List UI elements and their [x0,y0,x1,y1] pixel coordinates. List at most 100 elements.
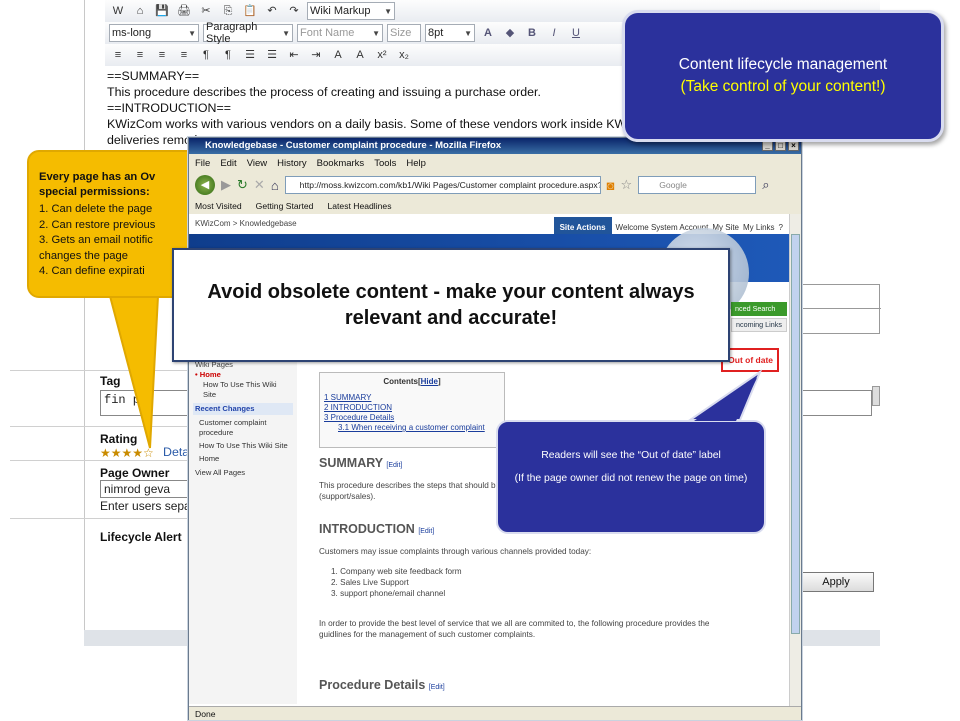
menu-tools[interactable]: Tools [374,158,396,169]
editor-line: ==INTRODUCTION== [107,101,231,115]
bookmark-latest-headlines[interactable]: Latest Headlines [327,201,391,211]
lifecycle-title: Content lifecycle management [678,56,888,73]
rss-icon[interactable]: ◙ [607,178,615,193]
toc-item[interactable]: 3 Procedure Details [324,413,500,423]
recent-item[interactable]: procedure [195,428,291,438]
align-center-icon[interactable]: ≡ [131,47,149,63]
underline-icon[interactable]: U [567,25,585,41]
wiki-icon[interactable]: W [109,3,127,19]
summary-heading: SUMMARY [Edit] [319,456,403,470]
intro-text: In order to provide the best level of se… [319,619,710,628]
window-title: Knowledgebase - Customer complaint proce… [205,140,502,151]
redo-icon[interactable]: ↷ [285,3,303,19]
format-icon[interactable]: A [351,47,369,63]
callout-title: Every page has an Ov [39,171,156,183]
paste-icon[interactable]: 📋 [241,3,259,19]
menu-help[interactable]: Help [406,158,426,169]
menu-history[interactable]: History [277,158,307,169]
recent-item[interactable]: How To Use This Wiki Site [195,441,291,451]
obsolete-content-banner: Avoid obsolete content - make your conte… [172,248,730,362]
callout-subtitle: special permissions: [39,186,150,198]
search-icon[interactable]: ⌕ [762,177,769,193]
page-owner-label: Page Owner [100,466,170,480]
edit-link[interactable]: [Edit] [418,528,434,535]
undo-icon[interactable]: ↶ [263,3,281,19]
forward-icon[interactable]: ▶ [221,177,231,193]
edit-link[interactable]: [Edit] [429,684,445,691]
stop-icon[interactable]: ✕ [254,177,265,193]
menu-view[interactable]: View [247,158,267,169]
home-icon[interactable]: ⌂ [271,178,279,193]
indent-icon[interactable]: ⇥ [307,47,325,63]
align-right-icon[interactable]: ≡ [153,47,171,63]
back-icon[interactable]: ◀ [195,175,215,195]
menu-edit[interactable]: Edit [220,158,236,169]
markup-select[interactable]: Wiki Markup ▼ [307,2,395,20]
point-size-select[interactable]: 8pt ▼ [425,24,475,42]
apply-button[interactable]: Apply [798,572,874,592]
lifecycle-alert-label: Lifecycle Alert [100,530,182,544]
font-color-icon[interactable]: A [479,25,497,41]
nav-home[interactable]: • Home [195,370,291,380]
menu-bookmarks[interactable]: Bookmarks [317,158,365,169]
intro-text: guidlines for the management of such cus… [319,630,536,639]
cut-icon[interactable]: ✂ [197,3,215,19]
page-owner-input[interactable]: nimrod geva [100,480,200,498]
search-input[interactable]: Google [638,176,757,194]
edit-link[interactable]: [Edit] [386,462,402,469]
address-bar[interactable]: http://moss.kwizcom.com/kb1/Wiki Pages/C… [284,176,601,194]
list-item: 1. Company web site feedback form [331,567,462,576]
spellcheck-icon[interactable]: A [329,47,347,63]
readers-text: Readers will see the “Out of date” label [541,450,721,461]
outdent-icon[interactable]: ⇤ [285,47,303,63]
subscript-icon[interactable]: x₂ [395,47,413,63]
breadcrumb[interactable]: KWizCom > Knowledgebase [195,219,297,228]
save-icon[interactable]: 💾 [153,3,171,19]
chevron-down-icon: ▼ [464,28,472,38]
toc-item[interactable]: 3.1 When receiving a customer complaint [324,423,500,433]
font-name-select[interactable]: Font Name ▼ [297,24,383,42]
rating-details-link[interactable]: Deta [163,445,189,459]
print-icon[interactable]: 🖨 [175,3,193,19]
incoming-links-tab[interactable]: ncoming Links [731,318,787,332]
readers-callout: Readers will see the “Out of date” label… [496,420,766,534]
recent-item[interactable]: Customer complaint [195,418,291,428]
copy-icon[interactable]: ⎘ [219,3,237,19]
align-left-icon[interactable]: ≡ [109,47,127,63]
procedure-heading: Procedure Details [Edit] [319,678,445,692]
chevron-down-icon: ▼ [372,28,380,38]
status-bar: Done [189,706,801,720]
toc-item[interactable]: 1 SUMMARY [324,393,500,403]
view-all-pages-link[interactable]: View All Pages [195,468,291,478]
italic-icon[interactable]: I [545,25,563,41]
bookmark-star-icon[interactable]: ☆ [621,177,633,193]
nav-how-to[interactable]: How To Use This Wiki Site [195,380,291,400]
lifecycle-callout: Content lifecycle management (Take contr… [622,10,944,142]
paragraph-rtl-icon[interactable]: ¶ [219,47,237,63]
editor-body[interactable]: ==SUMMARY== This procedure describes the… [107,68,635,148]
scrollbar-thumb[interactable] [791,234,800,634]
justify-icon[interactable]: ≡ [175,47,193,63]
toc-item[interactable]: 2 INTRODUCTION [324,403,500,413]
bookmark-getting-started[interactable]: Getting Started [256,201,314,211]
reload-icon[interactable]: ↻ [237,177,248,193]
menu-file[interactable]: File [195,158,210,169]
recent-item[interactable]: Home [195,454,291,464]
paragraph-ltr-icon[interactable]: ¶ [197,47,215,63]
recent-changes-header[interactable]: Recent Changes [193,403,293,415]
home-icon[interactable]: ⌂ [131,3,149,19]
toc-hide-link[interactable]: Hide [421,377,438,386]
numbered-list-icon[interactable]: ☰ [241,47,259,63]
rating-stars[interactable]: ★★★★☆ [100,446,154,460]
editor-line: ==SUMMARY== [107,69,200,83]
bold-icon[interactable]: B [523,25,541,41]
highlight-icon[interactable]: ◆ [501,25,519,41]
style-select[interactable]: ms-long ▼ [109,24,199,42]
bullet-list-icon[interactable]: ☰ [263,47,281,63]
vertical-scrollbar[interactable] [789,214,801,706]
superscript-icon[interactable]: x² [373,47,391,63]
size-select[interactable]: Size [387,24,421,42]
bookmark-most-visited[interactable]: Most Visited [195,201,242,211]
paragraph-style-select[interactable]: Paragraph Style ▼ [203,21,293,45]
advanced-search-link[interactable]: nced Search [731,302,787,316]
